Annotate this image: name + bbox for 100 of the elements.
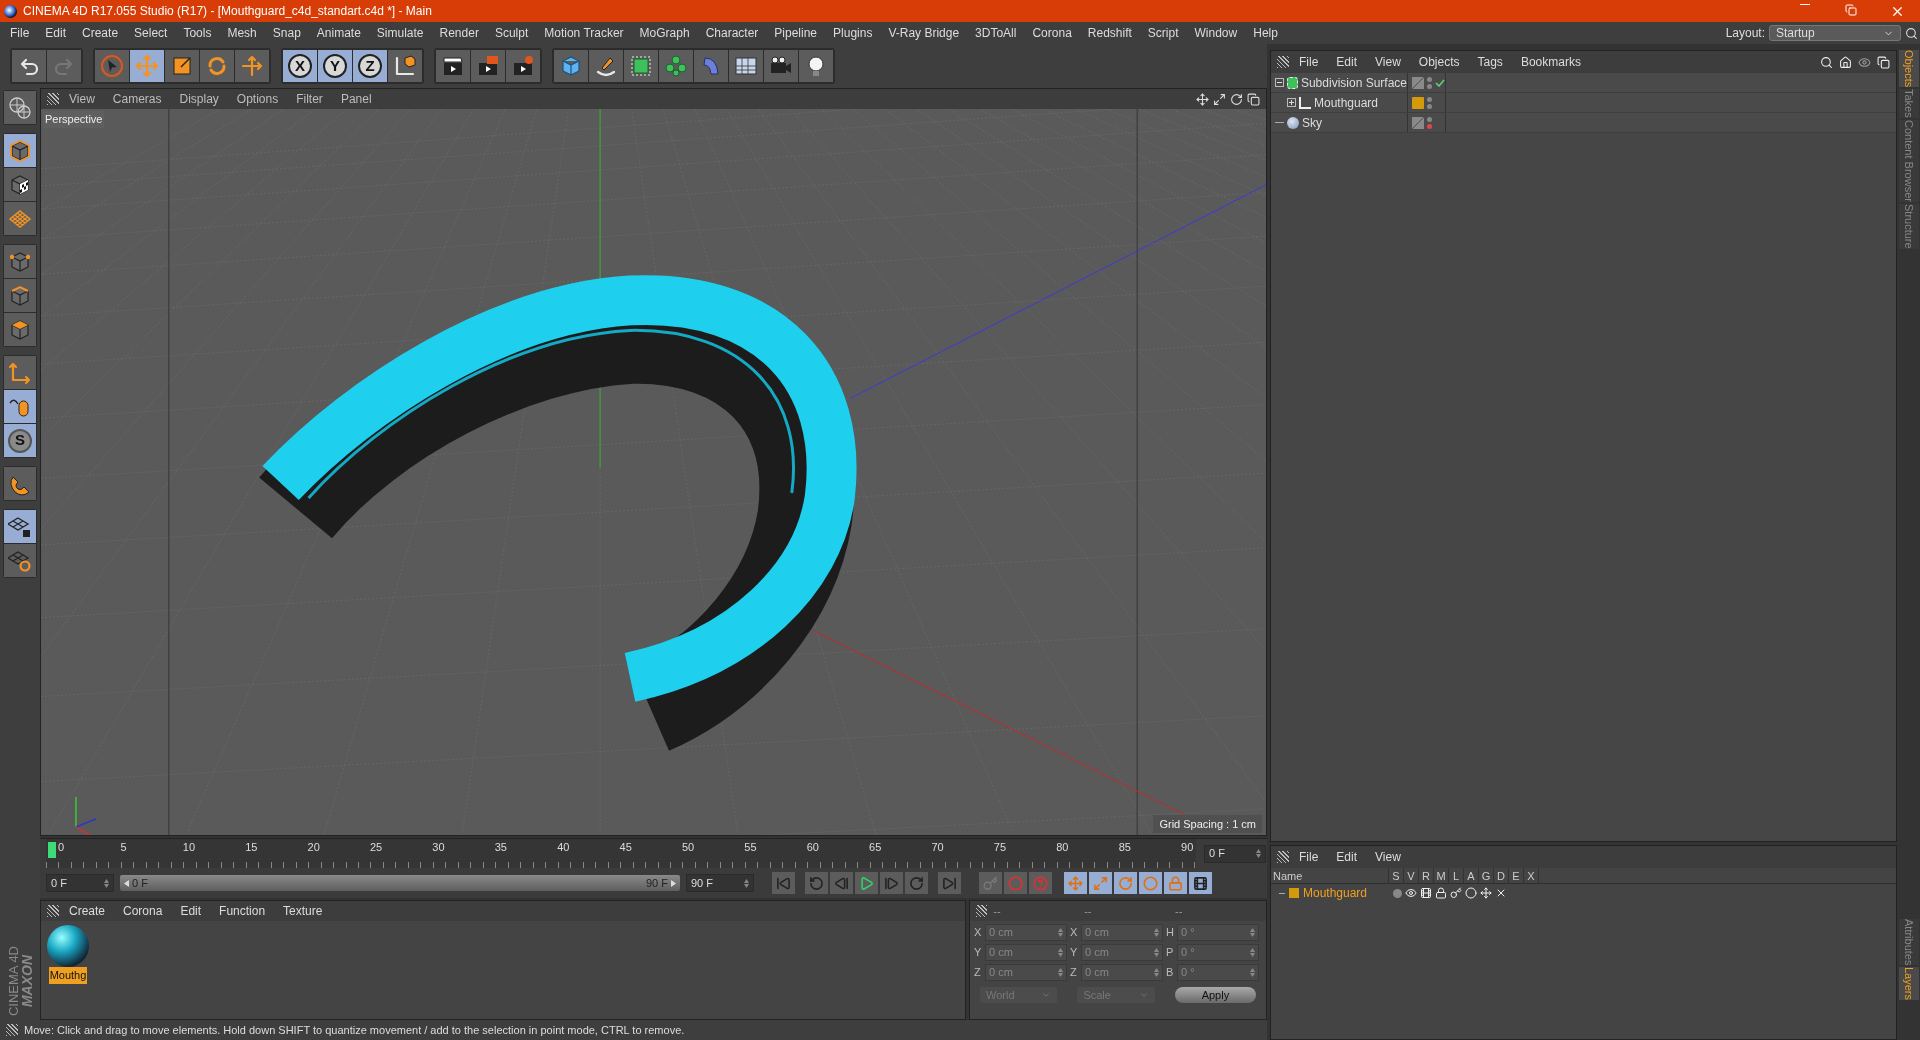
pen-tool-button[interactable] [589,50,623,82]
transform-tool-button[interactable] [235,50,269,82]
right-arrow-icon[interactable] [671,879,676,887]
object-name[interactable]: Subdivision Surface [1300,73,1407,92]
check-icon[interactable] [1435,78,1445,87]
menu-item[interactable]: Redshift [1079,24,1140,42]
current-frame-field[interactable]: 0 F [1204,844,1266,863]
tweak-mode-button[interactable] [4,390,36,423]
side-tab[interactable]: Layers [1899,966,1919,1000]
menu-item[interactable]: Corona [1024,24,1080,42]
undo-button[interactable] [12,50,46,82]
menu-item[interactable]: Simulate [368,24,432,42]
layer-color-swatch[interactable] [1412,96,1424,109]
cube-object-button[interactable] [554,50,588,82]
menu-item[interactable]: View [1367,848,1409,866]
workplane-sync-button[interactable] [4,544,36,577]
film-icon[interactable] [1420,887,1432,899]
menu-item[interactable]: MoGraph [631,24,698,42]
menu-item[interactable]: Texture [275,902,331,920]
menu-item[interactable]: Cameras [104,90,170,108]
timeline-button[interactable] [1189,872,1212,894]
layer-name[interactable]: Mouthguard [1303,884,1368,902]
menu-item[interactable]: Pipeline [766,24,826,42]
menu-item[interactable]: Tools [175,24,220,42]
spinner-arrows-icon[interactable] [1250,968,1255,977]
menu-item[interactable]: Create [74,24,127,42]
cloner-object-button[interactable] [659,50,693,82]
deformer-object-button[interactable] [694,50,728,82]
model-mode-button[interactable] [4,134,36,167]
next-key-button[interactable] [905,872,928,894]
camera-object-button[interactable] [764,50,798,82]
rotate-tool-button[interactable] [200,50,234,82]
render-settings-button[interactable] [506,50,540,82]
panel-grip-icon[interactable] [47,905,59,917]
go-to-end-button[interactable] [938,872,961,894]
panel-grip-icon[interactable] [976,905,988,917]
menu-item[interactable]: Edit [37,24,75,42]
menu-item[interactable]: Select [126,24,176,42]
menu-item[interactable]: Animate [308,24,369,42]
menu-item[interactable]: Options [228,90,287,108]
timeline-ruler[interactable]: 0 5 10 15 20 25 30 35 40 45 50 55 60 65 70 75 80 85 90 [46,839,1196,868]
polygons-mode-button[interactable] [4,313,36,346]
texture-mode-button[interactable] [4,168,36,201]
panel-grip-icon[interactable] [6,1024,18,1036]
spinner-arrows-icon[interactable] [1058,928,1063,937]
menu-item[interactable]: Objects [1410,53,1468,71]
start-frame-field[interactable]: 0 F [46,874,114,892]
menu-item[interactable]: File [1291,53,1327,71]
panel-grip-icon[interactable] [1277,56,1289,68]
menu-item[interactable]: Create [61,902,114,920]
spinner-arrows-icon[interactable] [1058,948,1063,957]
spinner-arrows-icon[interactable] [1154,968,1159,977]
menu-item[interactable]: Script [1139,24,1187,42]
next-frame-button[interactable] [880,872,903,894]
menu-item[interactable]: V-Ray Bridge [880,24,968,42]
spinner-arrows-icon[interactable] [1256,849,1261,858]
search-icon[interactable] [1820,55,1833,69]
spinner-arrows-icon[interactable] [1250,948,1255,957]
menu-item[interactable]: Bookmarks [1512,53,1589,71]
axis-lock-button[interactable]: X [283,50,317,82]
spinner-arrows-icon[interactable] [1250,928,1255,937]
menu-item[interactable]: Mesh [219,24,265,42]
menu-item[interactable]: Function [211,902,274,920]
object-name[interactable]: Mouthguard [1314,93,1379,112]
key-icon[interactable] [1450,887,1462,899]
layer-color-swatch[interactable] [1289,888,1299,898]
menu-item[interactable]: Sculpt [486,24,537,42]
pan-icon[interactable] [1196,92,1209,106]
play-button[interactable] [855,872,878,894]
axis-lock-button[interactable]: Y [318,50,352,82]
layout-dropdown[interactable]: Startup [1769,25,1901,41]
material-thumbnail[interactable]: Mouthg [45,925,91,984]
floor-object-button[interactable] [729,50,763,82]
menu-item[interactable]: Panel [332,90,380,108]
axis-mode-button[interactable] [4,356,36,389]
spinner-arrows-icon[interactable] [1058,968,1063,977]
menu-item[interactable]: Plugins [825,24,881,42]
spinner-arrows-icon[interactable] [1154,948,1159,957]
menu-item[interactable]: Snap [264,24,309,42]
menu-item[interactable]: Edit [1328,53,1366,71]
menu-item[interactable]: Edit [172,902,210,920]
menu-item[interactable]: Character [697,24,767,42]
spinner-arrows-icon[interactable] [104,878,109,888]
go-to-start-button[interactable] [772,872,795,894]
expand-icon[interactable] [1287,98,1296,107]
collapse-icon[interactable] [1275,78,1284,87]
menu-item[interactable]: Motion Tracker [536,24,632,42]
zoom-icon[interactable] [1213,92,1226,106]
home-icon[interactable] [1839,55,1852,69]
snap-button[interactable] [4,467,36,500]
orbit-icon[interactable] [1230,92,1243,106]
coordinate-system-button[interactable] [388,50,422,82]
solo-button[interactable]: S [4,424,36,457]
object-name[interactable]: Sky [1302,113,1322,132]
new-panel-icon[interactable] [1877,55,1890,69]
edges-mode-button[interactable] [4,279,36,312]
menu-item[interactable]: Edit [1328,848,1366,866]
menu-item[interactable]: Corona [115,902,171,920]
end-frame-field[interactable]: 90 F [686,874,754,892]
render-view-button[interactable] [436,50,470,82]
